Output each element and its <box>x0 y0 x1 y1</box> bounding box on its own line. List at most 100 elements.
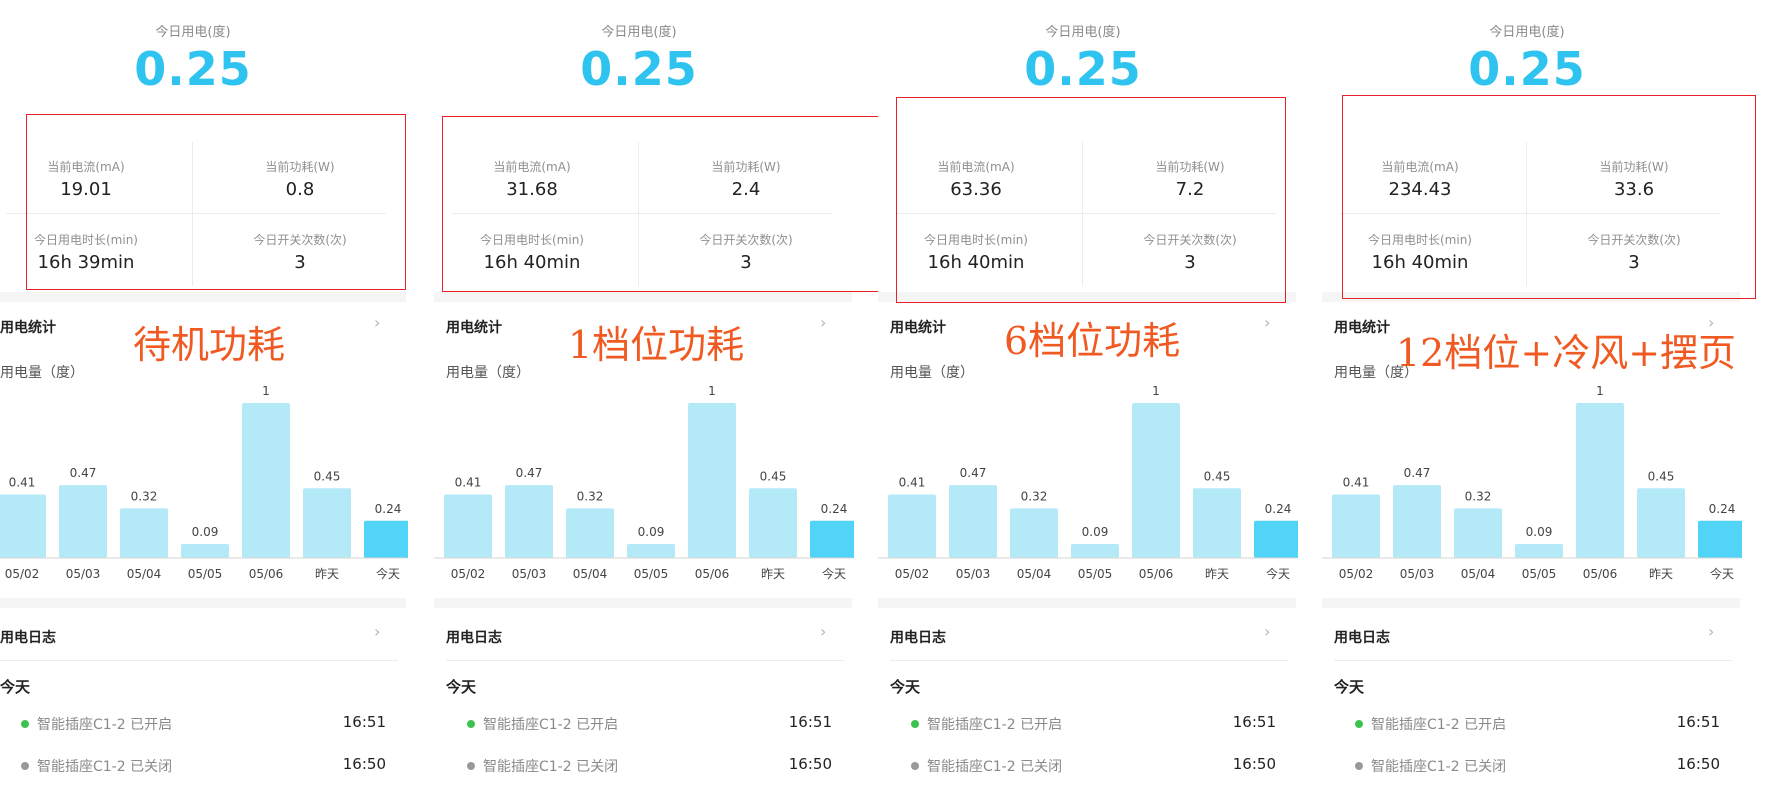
usage-stats-title[interactable]: 用电统计 <box>446 317 502 337</box>
x-tick-label: 05/02 <box>5 567 40 581</box>
bar-05/04[interactable] <box>1010 508 1058 558</box>
log-entry-text: 智能插座C1-2 已关闭 <box>1371 759 1507 775</box>
status-off-dot-icon <box>21 762 29 770</box>
bar-value-label: 0.41 <box>1343 475 1370 489</box>
status-off-dot-icon <box>911 762 919 770</box>
section-gap <box>434 598 852 608</box>
x-tick-label: 05/06 <box>1583 567 1618 581</box>
x-tick-label: 今天 <box>376 566 400 581</box>
bar-05/04[interactable] <box>1454 508 1502 558</box>
usage-log-title[interactable]: 用电日志 <box>1334 627 1390 647</box>
chevron-right-icon[interactable]: › <box>820 313 826 332</box>
log-day-label: 今天 <box>0 678 31 696</box>
bar-value-label: 0.32 <box>1465 489 1492 503</box>
usage-stats-title[interactable]: 用电统计 <box>890 317 946 337</box>
annotation-label: 待机功耗 <box>133 323 286 367</box>
log-entry-time: 16:50 <box>342 755 386 773</box>
log-entry-text: 智能插座C1-2 已关闭 <box>37 759 173 775</box>
bar-05/02[interactable] <box>888 494 936 558</box>
status-on-dot-icon <box>911 720 919 728</box>
annotation-label: 12档位+冷风+摆页 <box>1396 331 1737 375</box>
chevron-right-icon[interactable]: › <box>374 622 380 641</box>
usage-log-title[interactable]: 用电日志 <box>0 627 56 647</box>
x-tick-label: 05/06 <box>695 567 730 581</box>
log-divider <box>890 660 1288 661</box>
chevron-right-icon[interactable]: › <box>820 622 826 641</box>
bar-05/02[interactable] <box>1332 494 1380 558</box>
usage-log-title[interactable]: 用电日志 <box>890 627 946 647</box>
bar-05/03[interactable] <box>59 485 107 558</box>
bar-05/03[interactable] <box>505 485 553 558</box>
log-entry: 智能插座C1-2 已开启 16:51 <box>0 712 398 736</box>
section-gap <box>0 598 406 608</box>
x-tick-label: 05/05 <box>1078 567 1113 581</box>
log-entry-text: 智能插座C1-2 已关闭 <box>927 759 1063 775</box>
annotation-box <box>442 116 879 292</box>
chevron-right-icon[interactable]: › <box>1264 622 1270 641</box>
bar-value-label: 0.41 <box>899 475 926 489</box>
bar-value-label: 0.47 <box>70 466 97 480</box>
chevron-right-icon[interactable]: › <box>374 313 380 332</box>
bar-05/05[interactable] <box>181 544 229 558</box>
x-tick-label: 05/04 <box>127 567 162 581</box>
bar-05/04[interactable] <box>120 508 168 558</box>
x-tick-label: 昨天 <box>1649 567 1673 581</box>
usage-stats-title[interactable]: 用电统计 <box>1334 317 1390 337</box>
bar-value-label: 0.09 <box>1082 525 1109 539</box>
x-tick-label: 今天 <box>1710 566 1734 581</box>
bar-05/04[interactable] <box>566 508 614 558</box>
usage-stats-title[interactable]: 用电统计 <box>0 317 56 337</box>
annotation-box <box>26 114 406 290</box>
x-tick-label: 05/03 <box>66 567 101 581</box>
usage-bar-chart: 0.41 05/02 0.47 05/03 0.32 05/04 0.09 05/05 1 05/… <box>0 384 408 581</box>
log-entry-time: 16:51 <box>342 713 386 731</box>
log-day-label: 今天 <box>446 678 477 696</box>
bar-05/05[interactable] <box>1071 544 1119 558</box>
annotation-box <box>896 97 1286 303</box>
annotation-label: 6档位功耗 <box>1004 319 1181 363</box>
bar-05/06[interactable] <box>1576 403 1624 558</box>
bar-value-label: 0.09 <box>638 525 665 539</box>
bar-value-label: 0.32 <box>1021 489 1048 503</box>
bar-05/03[interactable] <box>949 485 997 558</box>
bar-05/05[interactable] <box>627 544 675 558</box>
bar-value-label: 0.24 <box>821 502 848 516</box>
bar-05/06[interactable] <box>688 403 736 558</box>
bar-value-label: 0.45 <box>314 469 341 483</box>
x-tick-label: 05/06 <box>249 567 284 581</box>
log-entry: 智能插座C1-2 已关闭 16:50 <box>1322 754 1732 778</box>
annotation-label: 1档位功耗 <box>568 323 745 367</box>
bar-今天[interactable] <box>810 520 854 558</box>
bar-value-label: 0.09 <box>192 525 219 539</box>
bar-昨天[interactable] <box>749 488 797 558</box>
bar-05/02[interactable] <box>0 494 46 558</box>
x-tick-label: 05/04 <box>573 567 608 581</box>
bar-05/06[interactable] <box>242 403 290 558</box>
status-on-dot-icon <box>467 720 475 728</box>
usage-log-title[interactable]: 用电日志 <box>446 627 502 647</box>
x-tick-label: 今天 <box>1266 566 1290 581</box>
bar-05/05[interactable] <box>1515 544 1563 558</box>
bar-今天[interactable] <box>364 520 408 558</box>
bar-05/02[interactable] <box>444 494 492 558</box>
bar-昨天[interactable] <box>1637 488 1685 558</box>
bar-05/06[interactable] <box>1132 403 1180 558</box>
bar-昨天[interactable] <box>303 488 351 558</box>
bar-value-label: 1 <box>1596 384 1604 398</box>
bar-value-label: 0.32 <box>131 489 158 503</box>
app-panel-1: 今日用电(度) 0.25 当前电流(mA) 19.01 当前功耗(W) 0.8 今日用电时长… <box>0 0 408 790</box>
app-panel-2: 今日用电(度) 0.25 当前电流(mA) 31.68 当前功耗(W) 2.4 今日用电时长… <box>434 0 879 790</box>
status-on-dot-icon <box>1355 720 1363 728</box>
bar-05/03[interactable] <box>1393 485 1441 558</box>
log-entry: 智能插座C1-2 已关闭 16:50 <box>434 754 844 778</box>
log-entry-time: 16:51 <box>1676 713 1720 731</box>
x-tick-label: 05/03 <box>956 567 991 581</box>
app-panel-4: 今日用电(度) 0.25 当前电流(mA) 234.43 当前功耗(W) 33.6 今日用电… <box>1322 0 1756 790</box>
bar-今天[interactable] <box>1698 520 1742 558</box>
chevron-right-icon[interactable]: › <box>1708 622 1714 641</box>
x-tick-label: 05/03 <box>1400 567 1435 581</box>
chevron-right-icon[interactable]: › <box>1264 313 1270 332</box>
today-usage-value: 0.25 <box>580 42 698 96</box>
bar-昨天[interactable] <box>1193 488 1241 558</box>
bar-今天[interactable] <box>1254 520 1298 558</box>
